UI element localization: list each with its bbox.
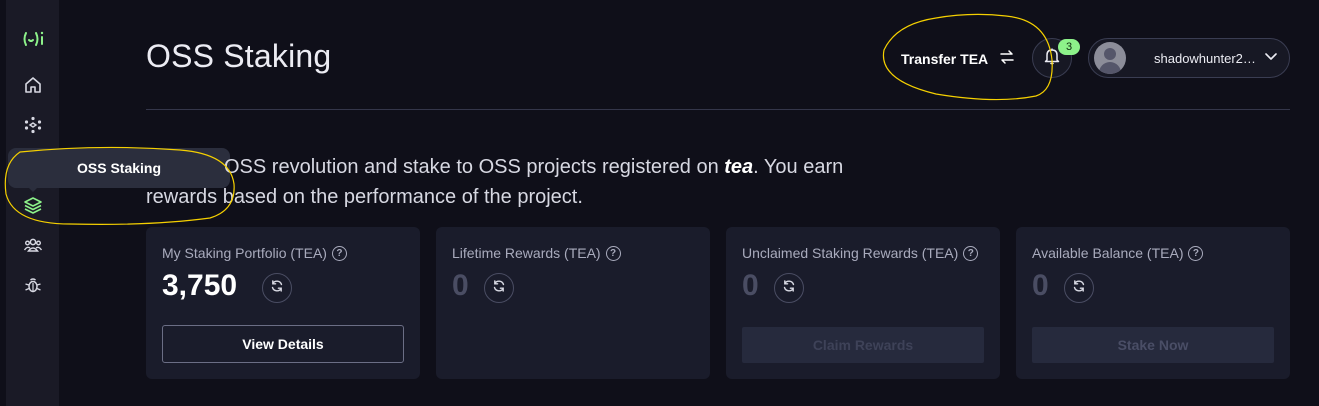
refresh-button[interactable] bbox=[774, 273, 804, 303]
refresh-icon bbox=[1072, 279, 1086, 298]
help-icon[interactable]: ? bbox=[963, 245, 979, 261]
stake-now-button[interactable]: Stake Now bbox=[1032, 327, 1274, 363]
intro-suffix: . You earn bbox=[753, 156, 844, 178]
card-label: Available Balance (TEA) ? bbox=[1032, 245, 1204, 261]
help-icon[interactable]: ? bbox=[331, 245, 347, 261]
brand-name: tea bbox=[724, 156, 754, 178]
card-label-text: Lifetime Rewards (TEA) bbox=[452, 245, 601, 261]
card-label: Lifetime Rewards (TEA) ? bbox=[452, 245, 621, 261]
unclaimed-rewards-card: Unclaimed Staking Rewards (TEA) ? 0 Clai… bbox=[726, 227, 1000, 379]
tea-logo-icon[interactable] bbox=[20, 26, 46, 52]
refresh-button[interactable] bbox=[484, 273, 514, 303]
page-title: OSS Staking bbox=[146, 38, 332, 74]
transfer-tea-button[interactable]: Transfer TEA bbox=[901, 48, 1016, 69]
username-label: shadowhunter23... bbox=[1154, 50, 1258, 66]
refresh-icon bbox=[492, 279, 506, 298]
sidebar bbox=[6, 0, 59, 406]
staking-portfolio-card: My Staking Portfolio (TEA) ? 3,750 View … bbox=[146, 227, 420, 379]
swap-arrows-icon bbox=[998, 48, 1016, 69]
card-value: 0 bbox=[452, 269, 469, 302]
intro-line-2: rewards based on the performance of the … bbox=[146, 186, 583, 208]
cube-network-icon[interactable] bbox=[20, 112, 46, 138]
refresh-icon bbox=[270, 279, 284, 298]
tooltip-arrow bbox=[27, 186, 39, 192]
intro-text: OSS revolution and stake to OSS projects… bbox=[146, 152, 906, 212]
notification-count-badge: 3 bbox=[1058, 39, 1080, 55]
stack-layers-icon[interactable] bbox=[20, 192, 46, 218]
user-menu-button[interactable]: shadowhunter23... bbox=[1088, 38, 1290, 78]
bug-icon[interactable] bbox=[20, 272, 46, 298]
app-page: OSS Staking OSS Staking Transfer TEA 3 s… bbox=[0, 0, 1319, 406]
card-label-text: My Staking Portfolio (TEA) bbox=[162, 245, 327, 261]
intro-prefix: OSS revolution and stake to OSS projects… bbox=[224, 156, 725, 178]
refresh-button[interactable] bbox=[262, 273, 292, 303]
refresh-icon bbox=[782, 279, 796, 298]
card-value: 0 bbox=[742, 269, 759, 302]
refresh-button[interactable] bbox=[1064, 273, 1094, 303]
card-label: My Staking Portfolio (TEA) ? bbox=[162, 245, 347, 261]
card-label-text: Unclaimed Staking Rewards (TEA) bbox=[742, 245, 959, 261]
card-value: 0 bbox=[1032, 269, 1049, 302]
home-icon[interactable] bbox=[20, 72, 46, 98]
lifetime-rewards-card: Lifetime Rewards (TEA) ? 0 bbox=[436, 227, 710, 379]
help-icon[interactable]: ? bbox=[1188, 245, 1204, 261]
users-group-icon[interactable] bbox=[20, 232, 46, 258]
view-details-button[interactable]: View Details bbox=[162, 325, 404, 363]
available-balance-card: Available Balance (TEA) ? 0 Stake Now bbox=[1016, 227, 1290, 379]
avatar bbox=[1094, 42, 1126, 74]
card-value: 3,750 bbox=[162, 269, 238, 302]
chevron-down-icon bbox=[1258, 49, 1278, 68]
help-icon[interactable]: ? bbox=[605, 245, 621, 261]
card-label-text: Available Balance (TEA) bbox=[1032, 245, 1184, 261]
claim-rewards-button[interactable]: Claim Rewards bbox=[742, 327, 984, 363]
transfer-tea-label: Transfer TEA bbox=[901, 50, 989, 67]
header-divider bbox=[146, 109, 1290, 110]
intro-line-1: OSS revolution and stake to OSS projects… bbox=[146, 152, 906, 182]
card-label: Unclaimed Staking Rewards (TEA) ? bbox=[742, 245, 979, 261]
